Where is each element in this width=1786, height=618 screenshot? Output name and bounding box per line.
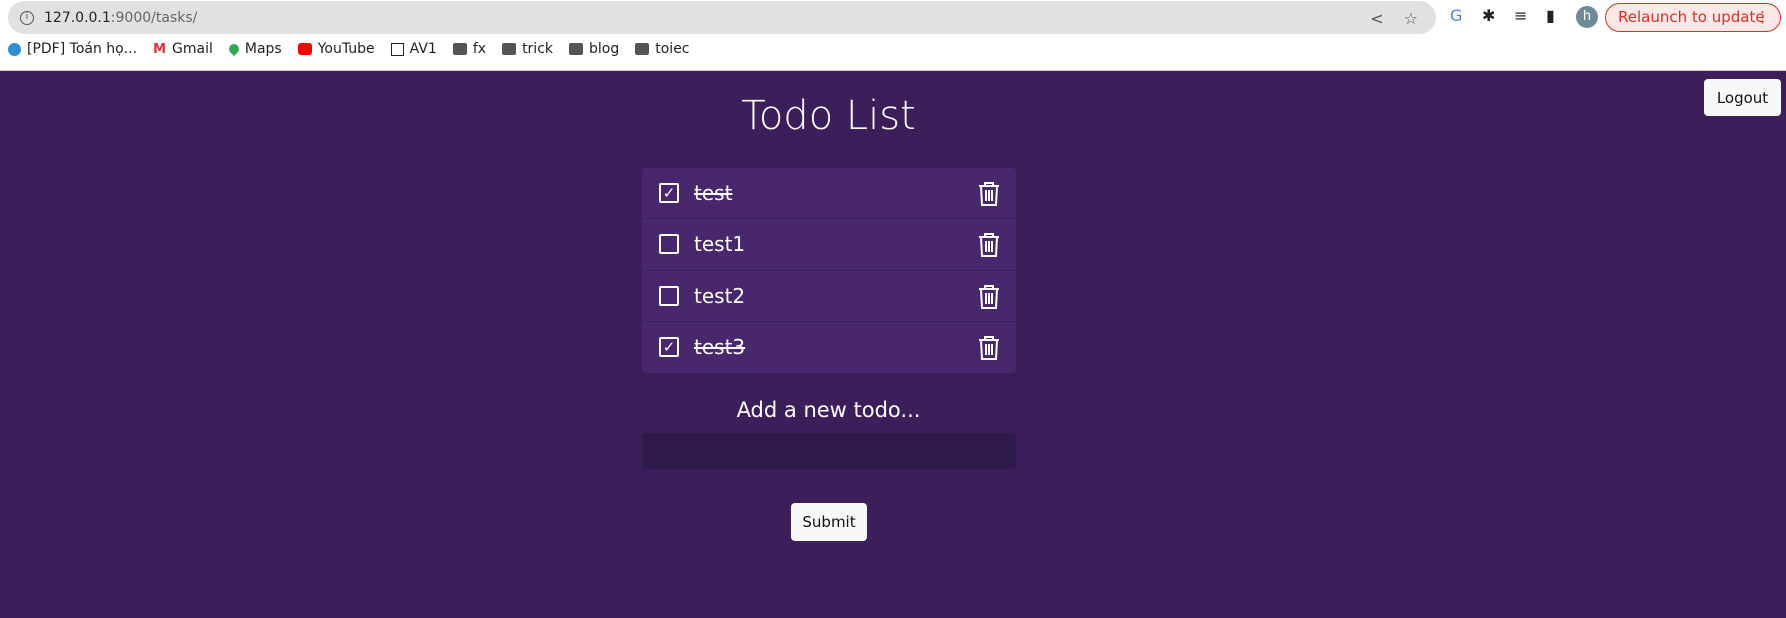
share-icon[interactable]: < <box>1370 9 1383 28</box>
bookmark[interactable]: [PDF] Toán họ... <box>8 41 137 57</box>
relaunch-label: Relaunch to update <box>1618 8 1765 26</box>
bookmark[interactable]: M Gmail <box>153 41 213 57</box>
todo-item: ✓ test <box>642 168 1016 220</box>
bookmark[interactable]: trick <box>502 41 553 57</box>
bookmark-label: toiec <box>655 41 690 57</box>
new-todo-input[interactable] <box>642 433 1016 469</box>
address-bar[interactable]: i 127.0.0.1:9000/tasks/ < ☆ <box>8 1 1436 34</box>
submit-button[interactable]: Submit <box>791 503 867 541</box>
bookmark-label: [PDF] Toán họ... <box>27 41 138 57</box>
todo-checkbox[interactable]: ✓ <box>659 183 679 204</box>
relaunch-button[interactable]: Relaunch to update ⋮ <box>1605 3 1781 32</box>
bookmark[interactable]: Maps <box>226 41 282 57</box>
trash-icon[interactable] <box>978 232 1000 258</box>
folder-icon <box>452 43 467 55</box>
page-title: Todo List <box>741 93 916 139</box>
todo-text: test <box>694 181 733 206</box>
folder-icon <box>569 43 584 55</box>
bookmark-label: Gmail <box>172 41 213 57</box>
media-icon[interactable]: ≡ <box>1514 6 1527 25</box>
extensions-icon[interactable]: ✱ <box>1482 6 1495 25</box>
bookmark[interactable]: YouTube <box>297 41 375 57</box>
bookmark-label: AV1 <box>409 41 437 57</box>
todo-item: ✓ test3 <box>642 322 1016 373</box>
todo-checkbox[interactable]: ✓ <box>659 337 679 358</box>
todo-item: test2 <box>642 271 1016 322</box>
bookmarks-bar: [PDF] Toán họ... M Gmail Maps YouTube AV1… <box>8 41 690 57</box>
bookmark-label: blog <box>589 41 620 57</box>
wordpress-icon <box>8 42 21 56</box>
gmail-icon: M <box>153 41 167 57</box>
bookmark-label: Maps <box>244 41 282 57</box>
bookmark[interactable]: AV1 <box>390 41 437 57</box>
trash-icon[interactable] <box>978 284 1000 310</box>
folder-icon <box>502 43 517 55</box>
todo-text: test2 <box>694 283 746 308</box>
notion-icon <box>390 42 404 56</box>
bookmark-label: fx <box>472 41 487 57</box>
side-panel-icon[interactable]: ▮ <box>1546 6 1555 25</box>
youtube-icon <box>297 43 312 55</box>
todo-checkbox[interactable] <box>659 285 679 306</box>
bookmark[interactable]: blog <box>569 41 619 57</box>
menu-icon[interactable]: ⋮ <box>1755 4 1770 31</box>
bookmark-label: YouTube <box>317 41 375 57</box>
trash-icon[interactable] <box>978 181 1000 207</box>
translate-icon[interactable]: G <box>1450 6 1462 25</box>
maps-icon <box>226 41 241 57</box>
folder-icon <box>635 43 650 55</box>
bookmark[interactable]: fx <box>452 41 487 57</box>
todo-checkbox[interactable] <box>659 234 679 255</box>
todo-list: ✓ test test1 test2 ✓ test3 <box>642 168 1016 373</box>
logout-button[interactable]: Logout <box>1704 79 1781 116</box>
avatar[interactable]: h <box>1576 6 1598 28</box>
trash-icon[interactable] <box>978 335 1000 361</box>
bookmark-label: trick <box>522 41 554 57</box>
todo-text: test1 <box>694 232 746 257</box>
add-todo-label: Add a new todo... <box>736 398 921 422</box>
browser-chrome: i 127.0.0.1:9000/tasks/ < ☆ G ✱ ≡ ▮ h Rel… <box>0 0 1786 71</box>
star-icon[interactable]: ☆ <box>1404 9 1418 28</box>
url-host: 127.0.0.1 <box>44 9 111 26</box>
bookmark[interactable]: toiec <box>635 41 690 57</box>
todo-item: test1 <box>642 219 1016 271</box>
todo-text: test3 <box>694 335 746 360</box>
url-path: :9000/tasks/ <box>110 9 198 26</box>
info-icon[interactable]: i <box>20 10 34 25</box>
